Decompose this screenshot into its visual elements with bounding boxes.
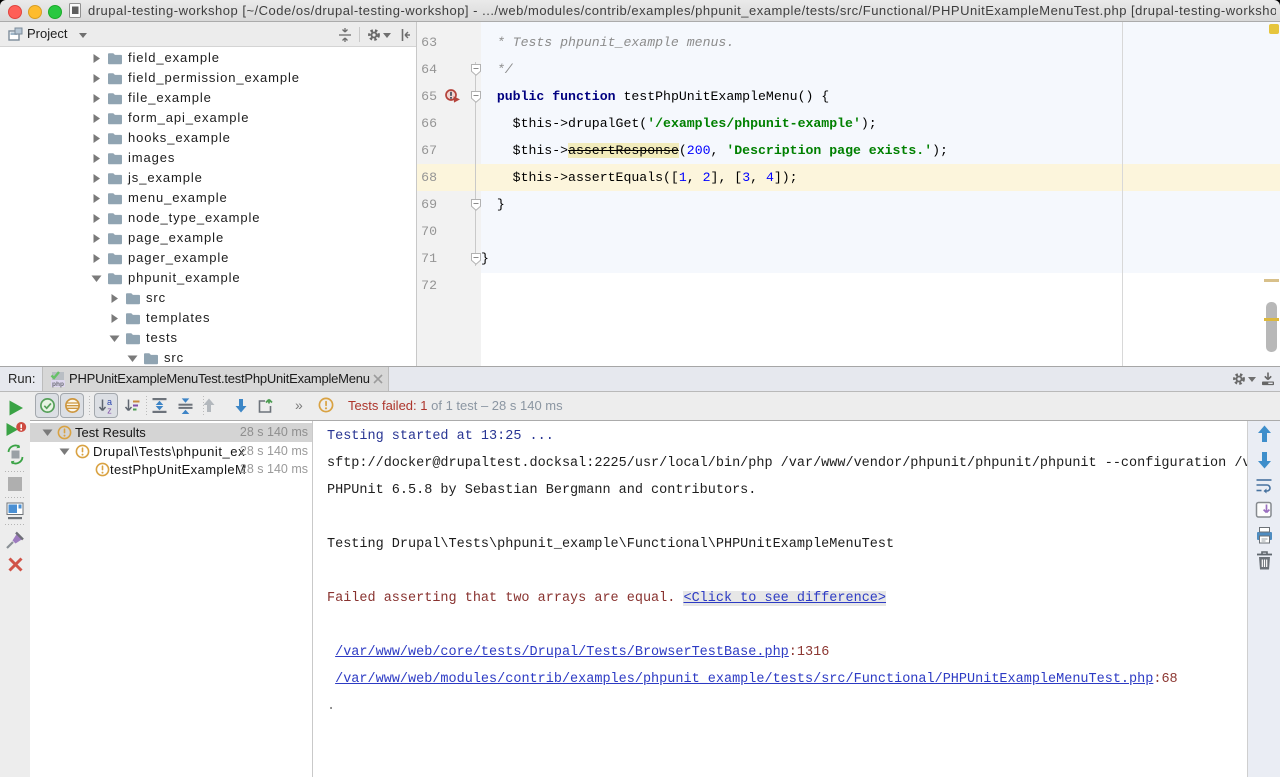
svg-text:z: z bbox=[107, 406, 112, 416]
svg-text:php: php bbox=[52, 381, 64, 388]
